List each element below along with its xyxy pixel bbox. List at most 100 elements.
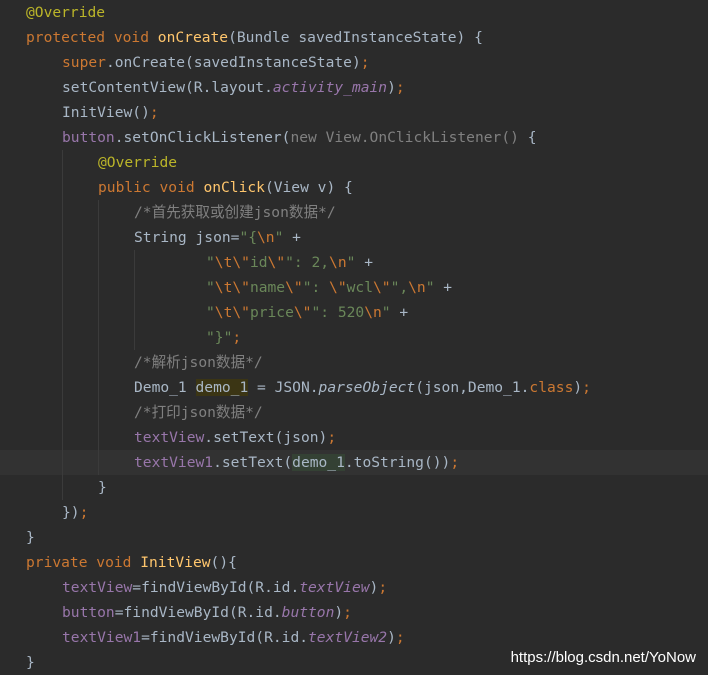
code-token: demo_1 xyxy=(292,454,345,471)
code-text: /*首先获取或创建json数据*/ xyxy=(134,200,336,225)
code-text: "\t\"id\"": 2,\n" + xyxy=(206,250,373,275)
code-token: button xyxy=(281,604,335,621)
code-text: textView1=findViewById(R.id.textView2); xyxy=(62,625,405,650)
code-token: \" xyxy=(267,254,286,271)
code-token: \" xyxy=(372,279,391,296)
code-token: \t\" xyxy=(214,254,250,271)
code-line[interactable]: }); xyxy=(0,500,708,525)
code-text: textView=findViewById(R.id.textView); xyxy=(62,575,387,600)
code-token: (Bundle savedInstanceState) { xyxy=(228,29,483,46)
code-token: ; xyxy=(149,104,159,121)
code-line[interactable]: Demo_1 demo_1 = JSON.parseObject(json,De… xyxy=(0,375,708,400)
code-token: wcl xyxy=(346,279,373,296)
indent-guide xyxy=(62,150,63,500)
code-line[interactable]: "}"; xyxy=(0,325,708,350)
code-token: /*首先获取或创建json数据*/ xyxy=(134,204,336,221)
code-line[interactable]: button.setOnClickListener(new View.OnCli… xyxy=(0,125,708,150)
code-text: button.setOnClickListener(new View.OnCli… xyxy=(62,125,536,150)
code-line[interactable]: public void onClick(View v) { xyxy=(0,175,708,200)
code-token: ; xyxy=(327,429,337,446)
code-token: \t\" xyxy=(214,279,250,296)
code-token: textView1 xyxy=(62,629,142,646)
code-text: String json="{\n" + xyxy=(134,225,301,250)
code-token: + xyxy=(434,279,453,296)
watermark: https://blog.csdn.net/YoNow xyxy=(510,649,696,666)
code-token: onCreate xyxy=(157,29,229,46)
code-line[interactable]: private void InitView(){ xyxy=(0,550,708,575)
code-text: @Override xyxy=(26,0,105,25)
code-line[interactable]: } xyxy=(0,475,708,500)
code-line[interactable]: /*打印json数据*/ xyxy=(0,400,708,425)
code-token: } xyxy=(26,654,35,671)
code-line[interactable]: button=findViewById(R.id.button); xyxy=(0,600,708,625)
code-line[interactable]: textView1=findViewById(R.id.textView2); xyxy=(0,625,708,650)
code-line[interactable]: "\t\"id\"": 2,\n" + xyxy=(0,250,708,275)
code-line[interactable]: textView1.setText(demo_1.toString()); xyxy=(0,450,708,475)
code-line[interactable]: @Override xyxy=(0,0,708,25)
code-line[interactable]: textView.setText(json); xyxy=(0,425,708,450)
code-token: \" xyxy=(293,304,312,321)
code-text: "}"; xyxy=(206,325,241,350)
code-token: } xyxy=(26,529,35,546)
code-text: textView1.setText(demo_1.toString()); xyxy=(134,450,459,475)
code-text: } xyxy=(26,525,35,550)
code-text: "\t\"price\"": 520\n" + xyxy=(206,300,408,325)
code-token: (View v) { xyxy=(264,179,353,196)
code-token: (json,Demo_1. xyxy=(415,379,530,396)
code-token: public void xyxy=(98,179,204,196)
code-token: .setText( xyxy=(213,454,293,471)
code-token: + xyxy=(283,229,301,246)
code-token: + xyxy=(355,254,373,271)
code-line[interactable]: protected void onCreate(Bundle savedInst… xyxy=(0,25,708,50)
code-token: }) xyxy=(62,504,80,521)
code-line[interactable]: setContentView(R.layout.activity_main); xyxy=(0,75,708,100)
code-line[interactable]: textView=findViewById(R.id.textView); xyxy=(0,575,708,600)
code-token: \n xyxy=(257,229,275,246)
code-token: class xyxy=(529,379,574,396)
code-token: \" xyxy=(285,279,303,296)
code-text: textView.setText(json); xyxy=(134,425,336,450)
indent-guide xyxy=(98,200,99,475)
code-line[interactable]: /*解析json数据*/ xyxy=(0,350,708,375)
code-token: button xyxy=(62,604,115,621)
code-token: id xyxy=(249,254,268,271)
code-token: activity_main xyxy=(272,79,388,96)
code-line[interactable]: } xyxy=(0,525,708,550)
code-token: new View.OnClickListener() xyxy=(290,129,528,146)
code-token: textView xyxy=(134,429,205,446)
code-token: " xyxy=(206,254,215,271)
code-text: }); xyxy=(62,500,88,525)
code-token: \n xyxy=(329,254,347,271)
code-token: =findViewById(R.id. xyxy=(132,579,300,596)
code-text: "\t\"name\"": \"wcl\"",\n" + xyxy=(206,275,452,300)
code-line[interactable]: String json="{\n" + xyxy=(0,225,708,250)
code-editor[interactable]: } textView1=findViewById(R.id.textView2);… xyxy=(0,0,708,674)
code-text: setContentView(R.layout.activity_main); xyxy=(62,75,405,100)
code-text: private void InitView(){ xyxy=(26,550,237,575)
code-token: \" xyxy=(329,279,347,296)
code-token: + xyxy=(390,304,409,321)
code-token: \t\" xyxy=(214,304,250,321)
code-token: price xyxy=(249,304,294,321)
code-token: textView1 xyxy=(134,454,214,471)
code-token: protected void xyxy=(26,29,158,46)
code-line[interactable]: InitView(); xyxy=(0,100,708,125)
code-line[interactable]: /*首先获取或创建json数据*/ xyxy=(0,200,708,225)
code-token: .toString()) xyxy=(344,454,451,471)
code-token: { xyxy=(527,129,537,146)
code-line[interactable]: super.onCreate(savedInstanceState); xyxy=(0,50,708,75)
code-text: } xyxy=(26,650,35,675)
code-line[interactable]: "\t\"name\"": \"wcl\"",\n" + xyxy=(0,275,708,300)
code-line[interactable]: "\t\"price\"": 520\n" + xyxy=(0,300,708,325)
code-token: \n xyxy=(408,279,426,296)
code-token: parseObject xyxy=(318,379,416,396)
code-line[interactable]: @Override xyxy=(0,150,708,175)
code-token: ) xyxy=(369,579,379,596)
code-token: demo_1 xyxy=(195,379,249,396)
code-token: /*打印json数据*/ xyxy=(134,404,263,421)
code-token: ": 520 xyxy=(311,304,365,321)
code-text: protected void onCreate(Bundle savedInst… xyxy=(26,25,483,50)
code-token: .setText(json) xyxy=(204,429,328,446)
code-token: =findViewById(R.id. xyxy=(141,629,309,646)
code-token: " xyxy=(206,304,215,321)
